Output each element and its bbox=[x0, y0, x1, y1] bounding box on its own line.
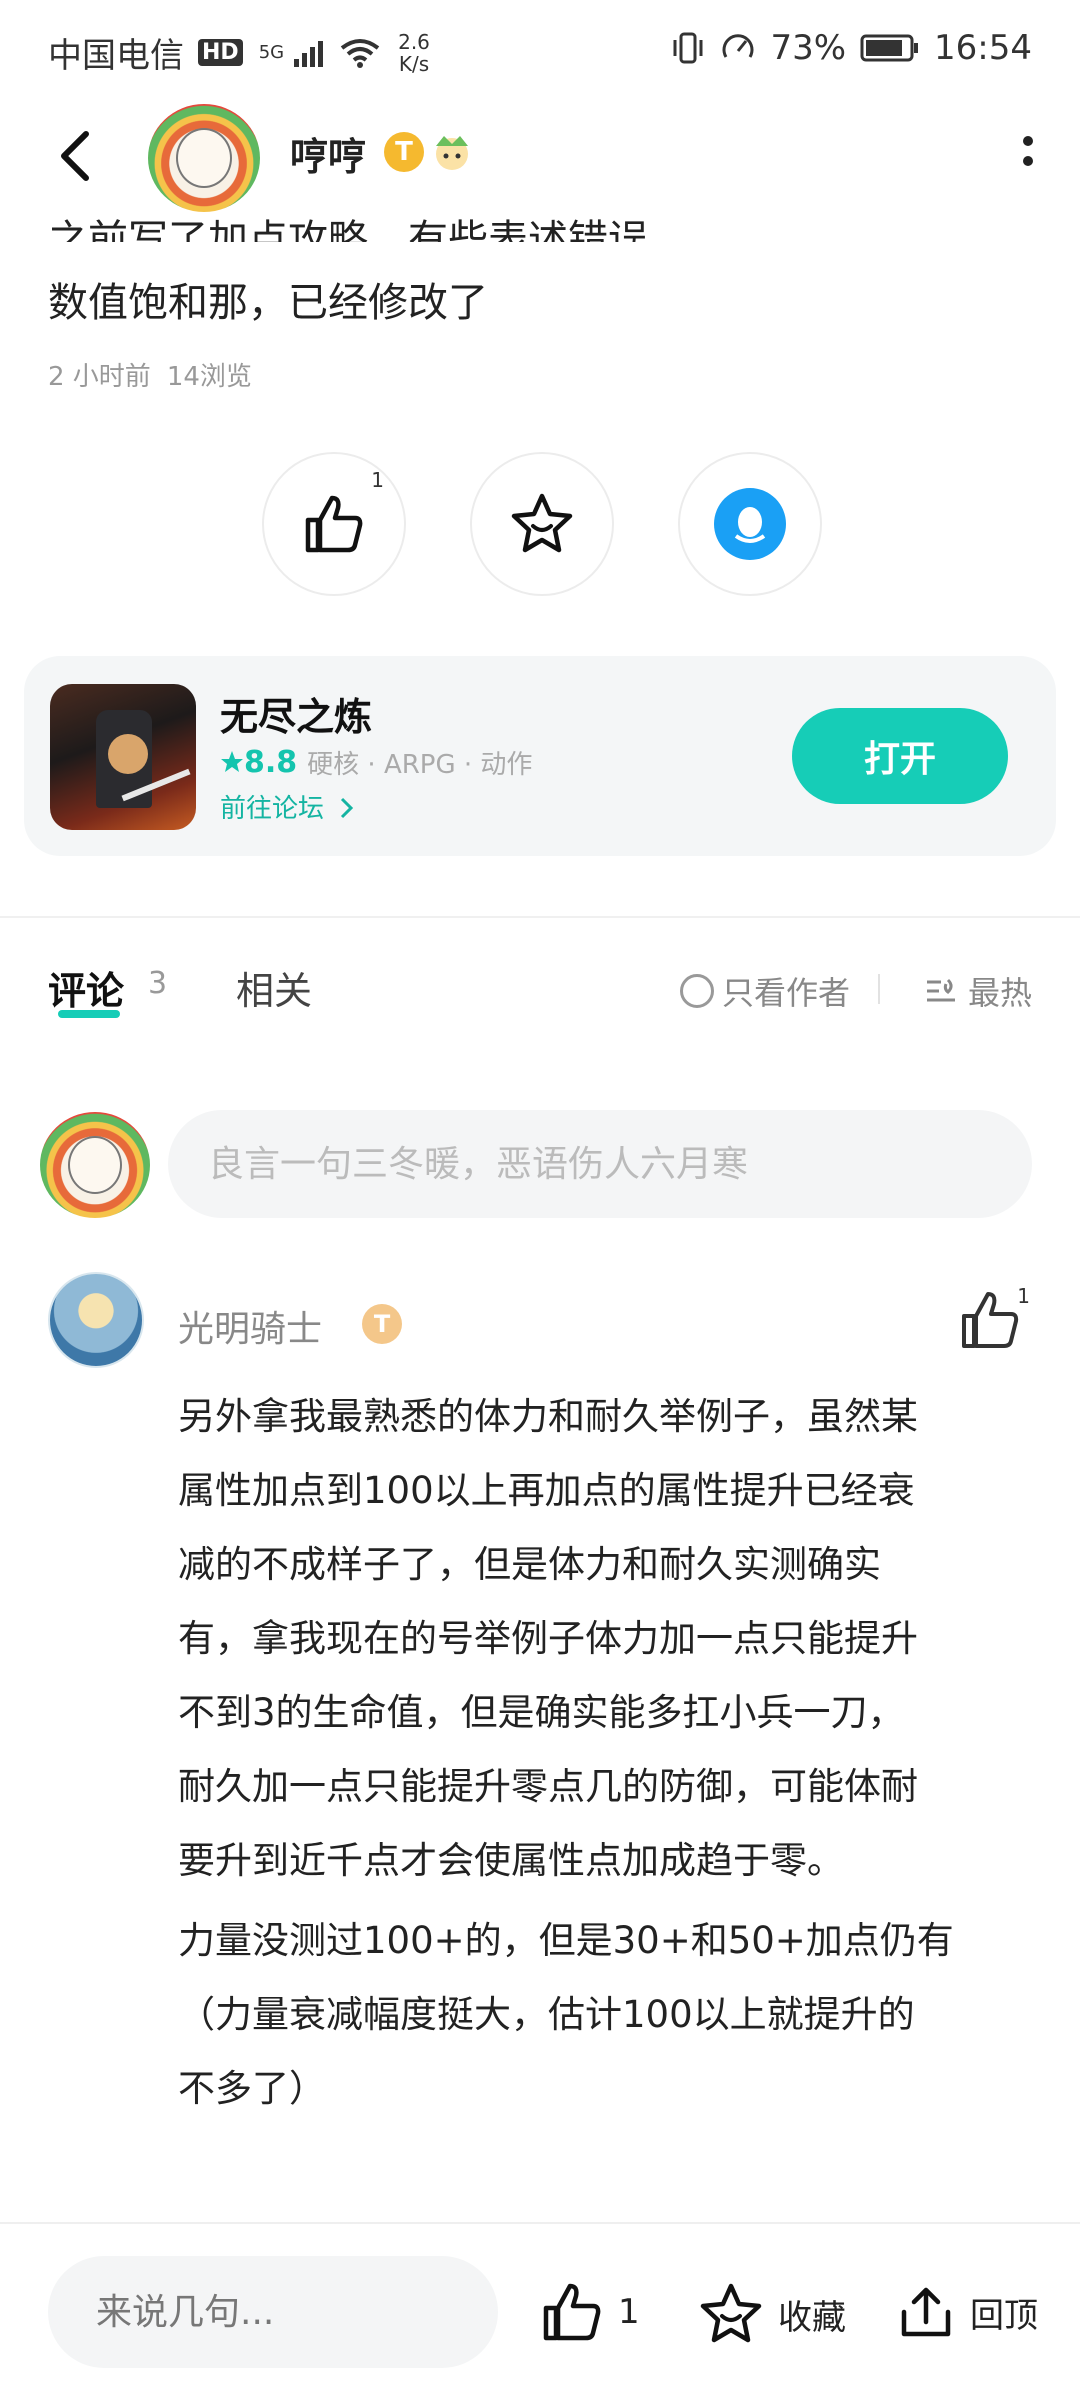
avatar-face bbox=[68, 1136, 122, 1194]
penguin-glyph bbox=[734, 507, 766, 543]
active-tab-indicator bbox=[58, 1010, 120, 1018]
score-star-icon bbox=[221, 751, 243, 772]
more-options-button[interactable] bbox=[1018, 136, 1038, 180]
commenter-avatar[interactable] bbox=[48, 1272, 144, 1368]
game-meta: 8.8 硬核 · ARPG · 动作 bbox=[220, 744, 532, 781]
game-score-value: 8.8 bbox=[244, 745, 298, 780]
tab-comments[interactable]: 评论 bbox=[48, 960, 124, 1015]
comment-input[interactable] bbox=[168, 1110, 1032, 1218]
my-avatar bbox=[40, 1112, 150, 1218]
speed-value: 2.6 bbox=[398, 29, 430, 54]
bottom-bar: 1 收藏 回顶 bbox=[0, 2224, 1080, 2400]
vibrate-icon bbox=[673, 32, 703, 64]
forum-link-label: 前往论坛 bbox=[220, 794, 325, 824]
qq-icon bbox=[714, 488, 786, 560]
game-card[interactable]: 无尽之炼 8.8 硬核 · ARPG · 动作 前往论坛 打开 bbox=[24, 656, 1056, 856]
post-time: 2 小时前 bbox=[48, 362, 151, 392]
favorite-button[interactable] bbox=[470, 452, 614, 596]
carrier-label: 中国电信 bbox=[48, 36, 184, 76]
top-nav: 哼哼 T bbox=[0, 100, 1080, 212]
like-count: 1 bbox=[371, 468, 384, 492]
comment-text: 另外拿我最熟悉的体力和耐久举例子，虽然某 属性加点到100以上再加点的属性提升已… bbox=[178, 1395, 918, 1882]
level-badge: T bbox=[384, 132, 424, 172]
battery-icon bbox=[860, 34, 919, 62]
speedometer-icon bbox=[723, 34, 754, 58]
character-badge-icon bbox=[436, 136, 468, 170]
game-tags: 硬核 · ARPG · 动作 bbox=[307, 750, 533, 780]
post-meta: 2 小时前 14浏览 bbox=[48, 356, 252, 393]
like-button[interactable]: 1 bbox=[262, 452, 406, 596]
comment-text-continued: 力量没测过100+的，但是30+和50+加点仍有 （力量衰减幅度挺大，估计100… bbox=[178, 1919, 954, 2110]
status-left: 中国电信 HD 5G 2.6 K/s bbox=[48, 28, 430, 77]
back-to-top-label: 回顶 bbox=[970, 2295, 1038, 2336]
comments-count: 3 bbox=[148, 966, 168, 1001]
comment-like-icon[interactable] bbox=[958, 1288, 1022, 1352]
dot bbox=[1023, 156, 1033, 166]
commenter-name[interactable]: 光明骑士 bbox=[178, 1300, 322, 1352]
filter-separator bbox=[878, 974, 880, 1004]
comment-like-count: 1 bbox=[1017, 1284, 1030, 1308]
back-arrow-icon bbox=[61, 131, 89, 181]
tab-related[interactable]: 相关 bbox=[236, 960, 312, 1015]
bottom-favorite-label: 收藏 bbox=[778, 2297, 846, 2338]
post-text: 数值饱和那，已经修改了 bbox=[48, 280, 488, 326]
sort-hot-button[interactable]: 最热 bbox=[924, 968, 1032, 1014]
bottom-like-button[interactable]: 1 bbox=[540, 2282, 640, 2342]
only-author-label: 只看作者 bbox=[721, 974, 850, 1012]
back-button[interactable] bbox=[52, 128, 102, 184]
battery-percent: 73% bbox=[770, 28, 847, 68]
network-speed: 2.6 K/s bbox=[398, 31, 430, 75]
upload-arrow-icon bbox=[901, 2287, 951, 2337]
bottom-favorite-button[interactable]: 收藏 bbox=[698, 2282, 846, 2346]
status-right: 73% 16:54 bbox=[670, 28, 1032, 68]
star-icon bbox=[511, 493, 573, 553]
section-divider bbox=[0, 916, 1080, 918]
share-qq-button[interactable] bbox=[678, 452, 822, 596]
speed-unit: K/s bbox=[398, 51, 430, 76]
network-label: 5G bbox=[258, 41, 285, 63]
open-game-button[interactable]: 打开 bbox=[792, 708, 1008, 804]
comment-tabs: 评论 3 相关 只看作者 最热 bbox=[48, 960, 1032, 1020]
dot bbox=[1023, 136, 1033, 146]
game-icon-head bbox=[108, 734, 148, 774]
hd-badge: HD bbox=[198, 39, 243, 66]
thumbs-up-icon bbox=[543, 2283, 601, 2341]
only-author-toggle[interactable]: 只看作者 bbox=[679, 968, 850, 1014]
post-views: 14浏览 bbox=[166, 362, 252, 392]
back-to-top-button[interactable]: 回顶 bbox=[896, 2282, 1038, 2342]
sort-hot-label: 最热 bbox=[967, 974, 1032, 1012]
post-actions: 1 bbox=[262, 452, 822, 596]
game-icon[interactable] bbox=[50, 684, 196, 830]
avatar-face bbox=[176, 128, 232, 188]
sort-icon bbox=[926, 978, 955, 1002]
radio-circle-icon bbox=[679, 974, 714, 1008]
game-title: 无尽之炼 bbox=[220, 695, 373, 739]
commenter-level-badge: T bbox=[362, 1304, 402, 1344]
author-avatar[interactable] bbox=[148, 104, 260, 212]
status-bar: 中国电信 HD 5G 2.6 K/s 73% 16:54 bbox=[0, 0, 1080, 100]
signal-icon bbox=[294, 40, 324, 67]
chevron-right-icon bbox=[341, 797, 354, 819]
author-name[interactable]: 哼哼 bbox=[290, 126, 366, 181]
clock: 16:54 bbox=[934, 28, 1032, 68]
thumbs-up-icon bbox=[305, 495, 363, 553]
wifi-icon bbox=[340, 38, 380, 68]
bottom-like-count: 1 bbox=[618, 2292, 640, 2332]
game-score: 8.8 bbox=[220, 745, 297, 780]
star-icon bbox=[700, 2283, 762, 2343]
reply-input[interactable] bbox=[48, 2256, 498, 2368]
forum-link[interactable]: 前往论坛 bbox=[220, 788, 356, 825]
